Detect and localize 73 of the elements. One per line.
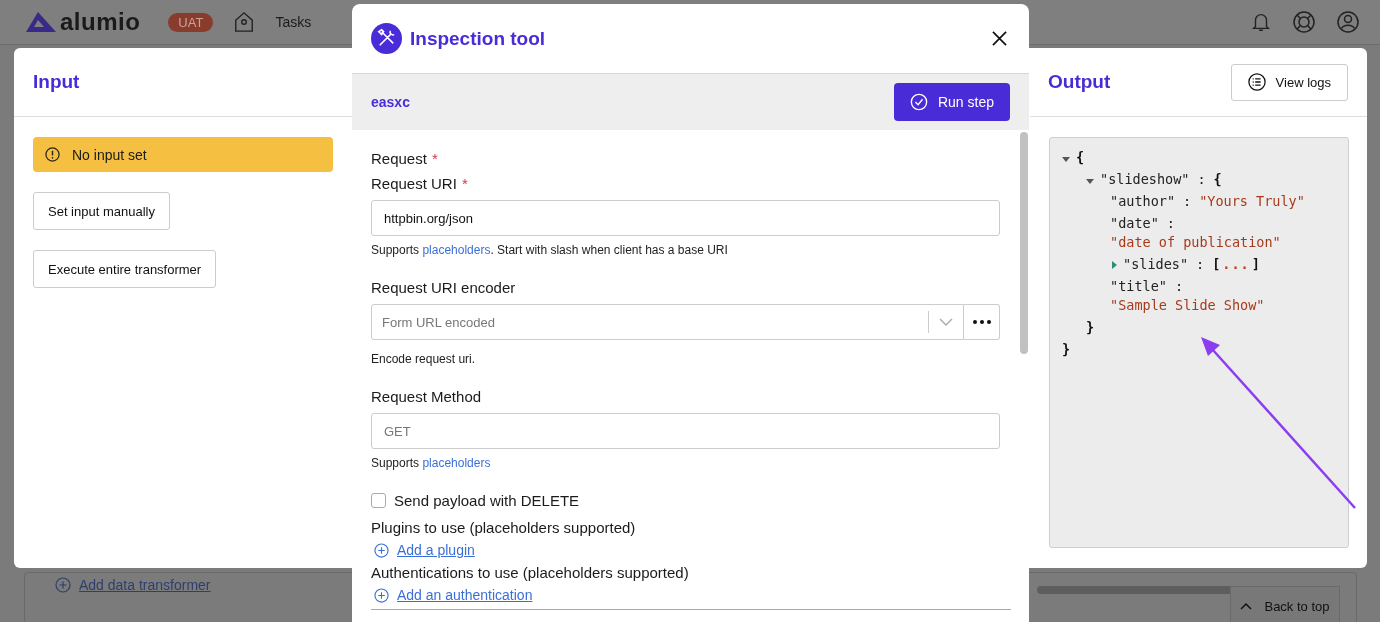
field-label: Request — [371, 150, 427, 167]
toggle-icon[interactable] — [1062, 157, 1070, 162]
required-marker: * — [461, 175, 468, 192]
plus-circle-icon — [374, 587, 389, 603]
dialog-title: Inspection tool — [410, 27, 547, 50]
action-button[interactable]: Set input manually — [33, 192, 170, 230]
panel-title: Output — [1048, 71, 1111, 93]
field-label: Authentications to use (placeholders supported) — [371, 564, 689, 581]
help-text: Supports placeholders. Start with slash when client has a base URI — [371, 243, 729, 257]
nav-link[interactable]: Tasks — [275, 14, 312, 30]
environment-badge: UAT — [168, 12, 214, 32]
warning-icon — [45, 147, 60, 162]
json-colon: : — [1174, 277, 1184, 296]
json-colon: : — [1196, 255, 1205, 274]
field-label: Request URI encoder — [371, 279, 516, 296]
plus-circle-icon — [374, 542, 389, 558]
json-colon: : — [1183, 192, 1192, 211]
add-link[interactable]: Add a plugin — [397, 542, 475, 558]
field-label: Request Method — [371, 388, 482, 405]
checkbox[interactable] — [371, 493, 386, 508]
json-bracket: { — [1213, 170, 1222, 189]
json-bracket: } — [1062, 340, 1071, 359]
json-value: "Sample Slide Show" — [1110, 296, 1265, 315]
scrollbar[interactable] — [1037, 586, 1232, 594]
list-icon — [1247, 73, 1266, 91]
lifebuoy-icon[interactable] — [1292, 10, 1316, 34]
select-field[interactable]: Form URL encoded — [371, 304, 965, 340]
view-logs-button[interactable]: View logs — [1230, 63, 1348, 101]
tools-icon — [371, 23, 402, 54]
home-icon[interactable] — [233, 10, 256, 34]
user-icon[interactable] — [1336, 10, 1360, 34]
placeholders-link[interactable]: placeholders — [422, 456, 491, 470]
more-button[interactable] — [964, 304, 1000, 340]
logo-text: alumio — [60, 8, 141, 36]
chevron-down-icon — [939, 318, 954, 326]
json-key: "title" — [1110, 277, 1167, 296]
json-value: "Yours Truly" — [1199, 192, 1305, 211]
json-colon: : — [1166, 214, 1175, 233]
json-key: "slides" — [1123, 255, 1189, 274]
alert-text: No input set — [72, 146, 147, 163]
panel-title: Input — [33, 71, 80, 93]
json-colon: : — [1197, 170, 1206, 189]
json-bracket: { — [1076, 148, 1085, 167]
json-bracket: ] — [1251, 255, 1260, 274]
add-link[interactable]: Add an authentication — [397, 587, 533, 603]
json-bracket: } — [1086, 318, 1095, 337]
toggle-icon[interactable] — [1086, 179, 1094, 184]
field-label: Plugins to use (placeholders supported) — [371, 519, 636, 536]
step-name: easxc — [371, 94, 410, 110]
back-to-top-button[interactable]: Back to top — [1230, 586, 1340, 622]
checkbox-label: Send payload with DELETE — [394, 492, 580, 509]
json-value: "date of publication" — [1110, 233, 1281, 252]
help-text: Supports placeholders — [371, 456, 492, 470]
action-button[interactable]: Execute entire transformer — [33, 250, 217, 288]
close-icon[interactable] — [992, 31, 1007, 46]
json-bracket: [ — [1212, 255, 1221, 274]
toggle-icon[interactable] — [1112, 261, 1117, 269]
required-marker: * — [431, 150, 438, 167]
input-field[interactable]: httpbin.org/json — [371, 200, 1000, 236]
plus-circle-icon — [55, 577, 71, 593]
input-field[interactable]: GET — [371, 413, 1000, 449]
collapsed-ellipsis[interactable]: ... — [1222, 255, 1250, 274]
json-key: "author" — [1110, 192, 1176, 211]
field-label: Request URI — [371, 175, 457, 192]
more-icon — [972, 320, 991, 324]
run-step-button[interactable]: Run step — [893, 83, 1010, 121]
json-key: "date" — [1110, 214, 1159, 233]
help-text: Encode request uri. — [371, 352, 477, 366]
logo-icon — [24, 10, 58, 34]
chevron-up-icon — [1240, 602, 1253, 610]
check-circle-icon — [909, 93, 928, 111]
scrollbar-thumb[interactable] — [1020, 132, 1028, 354]
json-key: "slideshow" — [1100, 170, 1190, 189]
